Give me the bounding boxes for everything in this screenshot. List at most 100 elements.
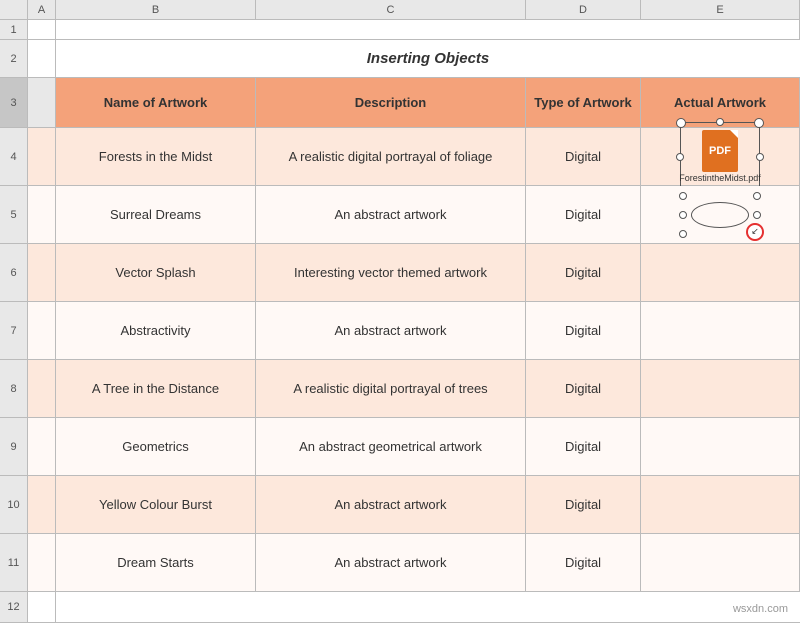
cell-11-actual <box>641 534 800 591</box>
header-name: Name of Artwork <box>56 78 256 127</box>
row-num-4: 4 <box>0 128 28 185</box>
cell-7-actual <box>641 302 800 359</box>
cell-1rest <box>56 20 800 39</box>
cell-10-actual <box>641 476 800 533</box>
ellipse-handle-ml[interactable] <box>679 211 687 219</box>
ellipse-shape <box>691 202 749 228</box>
header-description: Description <box>256 78 526 127</box>
cell-9-name: Geometrics <box>56 418 256 475</box>
cell-11-type: Digital <box>526 534 641 591</box>
ellipse-selection-box[interactable]: ↙ <box>684 197 756 233</box>
ellipse-handle-bl[interactable] <box>679 230 687 238</box>
cell-11-name: Dream Starts <box>56 534 256 591</box>
pdf-selection-box[interactable]: PDF ForestintheMidst.pdf <box>680 122 760 192</box>
spreadsheet-title: Inserting Objects <box>56 40 800 77</box>
row-num-12: 12 <box>0 592 28 622</box>
ellipse-handle-mr[interactable] <box>753 211 761 219</box>
row-num-2: 2 <box>0 40 28 77</box>
cell-11-desc: An abstract artwork <box>256 534 526 591</box>
cell-9-actual <box>641 418 800 475</box>
cell-9-type: Digital <box>526 418 641 475</box>
grid-row-5: 5 Surreal Dreams An abstract artwork Dig… <box>0 186 800 244</box>
cell-7-type: Digital <box>526 302 641 359</box>
cell-10-desc: An abstract artwork <box>256 476 526 533</box>
cell-1a <box>28 20 56 39</box>
cell-12a <box>28 592 56 622</box>
cell-6-name: Vector Splash <box>56 244 256 301</box>
grid-row-1: 1 <box>0 20 800 40</box>
cell-6a <box>28 244 56 301</box>
handle-mid-right[interactable] <box>756 153 764 161</box>
cell-9-desc: An abstract geometrical artwork <box>256 418 526 475</box>
cell-2a <box>28 40 56 77</box>
cell-9a <box>28 418 56 475</box>
col-header-a: A <box>28 0 56 19</box>
grid-row-4: 4 Forests in the Midst A realistic digit… <box>0 128 800 186</box>
cell-7-desc: An abstract artwork <box>256 302 526 359</box>
cell-4-type: Digital <box>526 128 641 185</box>
watermark: wsxdn.com <box>733 603 788 615</box>
cell-10a <box>28 476 56 533</box>
cell-7a <box>28 302 56 359</box>
cell-4-name: Forests in the Midst <box>56 128 256 185</box>
row-num-11: 11 <box>0 534 28 591</box>
col-header-empty <box>0 0 28 19</box>
grid-row-12: 12 <box>0 592 800 623</box>
header-type: Type of Artwork <box>526 78 641 127</box>
col-header-c: C <box>256 0 526 19</box>
cell-3a <box>28 78 56 127</box>
cell-6-type: Digital <box>526 244 641 301</box>
grid: 1 2 Inserting Objects 3 Name of Artwork … <box>0 20 800 623</box>
cell-8a <box>28 360 56 417</box>
pdf-icon: PDF <box>702 130 738 172</box>
cell-5-actual: ↙ <box>641 186 800 243</box>
row-num-6: 6 <box>0 244 28 301</box>
row-num-9: 9 <box>0 418 28 475</box>
grid-row-2: 2 Inserting Objects <box>0 40 800 78</box>
row-num-10: 10 <box>0 476 28 533</box>
grid-row-7: 7 Abstractivity An abstract artwork Digi… <box>0 302 800 360</box>
resize-cursor-icon[interactable]: ↙ <box>746 223 764 241</box>
grid-row-9: 9 Geometrics An abstract geometrical art… <box>0 418 800 476</box>
cell-8-actual <box>641 360 800 417</box>
cell-5-type: Digital <box>526 186 641 243</box>
column-headers: A B C D E <box>0 0 800 20</box>
handle-top-mid[interactable] <box>716 118 724 126</box>
cell-4-desc: A realistic digital portrayal of foliage <box>256 128 526 185</box>
cell-4a <box>28 128 56 185</box>
cell-8-name: A Tree in the Distance <box>56 360 256 417</box>
pdf-corner-fold <box>730 130 738 138</box>
pdf-filename: ForestintheMidst.pdf <box>679 174 761 184</box>
ellipse-handle-tr[interactable] <box>753 192 761 200</box>
grid-row-11: 11 Dream Starts An abstract artwork Digi… <box>0 534 800 592</box>
col-header-d: D <box>526 0 641 19</box>
cell-10-name: Yellow Colour Burst <box>56 476 256 533</box>
grid-row-8: 8 A Tree in the Distance A realistic dig… <box>0 360 800 418</box>
cell-5-desc: An abstract artwork <box>256 186 526 243</box>
row-num-1: 1 <box>0 20 28 39</box>
pdf-icon-label: PDF <box>709 145 731 157</box>
row-num-8: 8 <box>0 360 28 417</box>
cell-8-type: Digital <box>526 360 641 417</box>
cell-11a <box>28 534 56 591</box>
cell-6-desc: Interesting vector themed artwork <box>256 244 526 301</box>
handle-mid-left[interactable] <box>676 153 684 161</box>
cell-5-name: Surreal Dreams <box>56 186 256 243</box>
row-num-7: 7 <box>0 302 28 359</box>
cell-12rest <box>56 592 800 622</box>
spreadsheet: A B C D E 1 2 Inserting Objects 3 Name o… <box>0 0 800 623</box>
cell-7-name: Abstractivity <box>56 302 256 359</box>
cell-10-type: Digital <box>526 476 641 533</box>
ellipse-object-container[interactable]: ↙ <box>649 190 791 239</box>
grid-row-6: 6 Vector Splash Interesting vector theme… <box>0 244 800 302</box>
cell-6-actual <box>641 244 800 301</box>
col-header-e: E <box>641 0 800 19</box>
ellipse-handle-tl[interactable] <box>679 192 687 200</box>
row-num-3: 3 <box>0 78 28 127</box>
col-header-b: B <box>56 0 256 19</box>
pdf-object-container[interactable]: PDF ForestintheMidst.pdf <box>649 132 791 181</box>
cell-5a <box>28 186 56 243</box>
grid-row-10: 10 Yellow Colour Burst An abstract artwo… <box>0 476 800 534</box>
row-num-5: 5 <box>0 186 28 243</box>
cell-4-actual: PDF ForestintheMidst.pdf <box>641 128 800 185</box>
